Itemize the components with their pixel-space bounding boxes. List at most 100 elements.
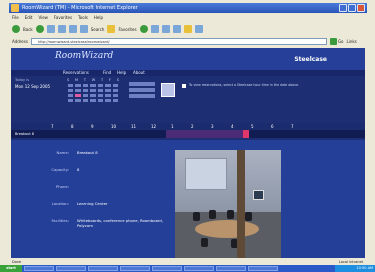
cal-cell[interactable] xyxy=(90,99,96,102)
field-value: Breakout 8 xyxy=(77,150,98,155)
cal-cell[interactable] xyxy=(68,84,74,87)
mail-icon[interactable] xyxy=(161,25,170,33)
cal-cell[interactable] xyxy=(68,89,74,92)
taskbar-item[interactable] xyxy=(216,266,246,271)
refresh-icon[interactable] xyxy=(57,25,66,33)
folder-icon[interactable] xyxy=(183,25,192,33)
cal-cell[interactable] xyxy=(105,99,111,102)
cal-cell[interactable] xyxy=(75,99,81,102)
cal-cell[interactable] xyxy=(90,84,96,87)
minimize-button[interactable] xyxy=(339,4,347,12)
print-icon[interactable] xyxy=(172,25,181,33)
mini-calendar[interactable]: S M T W T F S xyxy=(67,78,119,102)
address-input[interactable]: http://roomwizard.steelcase/roomwizard/ xyxy=(30,37,327,45)
cal-cell[interactable] xyxy=(68,94,74,97)
taskbar-item[interactable] xyxy=(56,266,86,271)
field-name: Name: Breakout 8 xyxy=(11,150,171,159)
hour-label: 1 xyxy=(171,124,174,129)
menu-view[interactable]: View xyxy=(38,14,48,22)
nav-about[interactable]: About xyxy=(133,70,145,76)
edit-icon[interactable] xyxy=(194,25,203,33)
taskbar-item[interactable] xyxy=(88,266,118,271)
room-details: Name: Breakout 8 Capacity: 8 Phone: Loca… xyxy=(11,140,365,258)
time-option[interactable] xyxy=(129,94,155,98)
back-icon[interactable] xyxy=(12,25,20,33)
cal-cell[interactable] xyxy=(90,89,96,92)
cal-cell[interactable] xyxy=(82,89,89,92)
cal-cell[interactable] xyxy=(112,94,118,97)
cal-cell[interactable] xyxy=(97,99,104,102)
hour-label: 6 xyxy=(271,124,274,129)
favorites-label[interactable]: Favorites xyxy=(118,27,136,32)
stop-icon[interactable] xyxy=(46,25,55,33)
taskbar-item[interactable] xyxy=(184,266,214,271)
cal-cell[interactable] xyxy=(90,94,96,97)
cal-cell[interactable] xyxy=(112,84,118,87)
hour-label: 8 xyxy=(71,124,74,129)
favorites-icon[interactable] xyxy=(107,25,116,33)
cal-cell[interactable] xyxy=(112,89,118,92)
cal-cell[interactable] xyxy=(82,84,89,87)
field-label: Facilities: xyxy=(51,218,69,223)
menu-favorites[interactable]: Favorites xyxy=(54,14,72,22)
hour-label: 2 xyxy=(191,124,194,129)
menu-tools[interactable]: Tools xyxy=(78,14,88,22)
search-label[interactable]: Search xyxy=(91,27,105,32)
cal-cell[interactable] xyxy=(105,94,111,97)
taskbar-item[interactable] xyxy=(120,266,150,271)
reservation-block[interactable] xyxy=(166,130,244,138)
maximize-button[interactable] xyxy=(348,4,356,12)
close-button[interactable] xyxy=(357,4,365,12)
history-icon[interactable] xyxy=(150,25,159,33)
show-button[interactable] xyxy=(161,83,175,97)
cal-cell[interactable] xyxy=(75,89,81,92)
field-facilities: Facilities: Whiteboards, conference phon… xyxy=(11,218,171,228)
current-time-marker xyxy=(243,130,249,138)
go-icon[interactable] xyxy=(329,37,337,45)
cal-cell[interactable] xyxy=(75,84,81,87)
menu-bar: File Edit View Favorites Tools Help xyxy=(9,14,103,22)
forward-icon[interactable] xyxy=(35,25,44,33)
hour-label: 10 xyxy=(111,124,117,129)
cal-cell[interactable] xyxy=(68,99,74,102)
links-label[interactable]: Links xyxy=(346,39,356,44)
instruction-note: To view reservations, select a Steelcase… xyxy=(189,83,300,87)
cal-cell[interactable] xyxy=(97,89,104,92)
room-label: Breakout 8 xyxy=(15,132,35,136)
menu-edit[interactable]: Edit xyxy=(25,14,33,22)
cal-cell[interactable] xyxy=(82,94,89,97)
view-checkbox[interactable] xyxy=(182,84,186,88)
time-option[interactable] xyxy=(129,82,155,86)
cal-cell[interactable] xyxy=(97,84,104,87)
field-phone: Phone: xyxy=(11,184,171,193)
room-schedule-row[interactable]: Breakout 8 xyxy=(11,130,365,138)
nav-reservations[interactable]: Reservations xyxy=(63,70,89,76)
cal-cell[interactable] xyxy=(112,99,118,102)
nav-find[interactable]: Find xyxy=(103,70,111,76)
time-option[interactable] xyxy=(129,88,155,92)
nav-help[interactable]: Help xyxy=(117,70,126,76)
field-value: Whiteboards, conference phone, Roomboard… xyxy=(77,218,164,228)
cal-cell[interactable] xyxy=(97,94,104,97)
taskbar-item[interactable] xyxy=(152,266,182,271)
start-button[interactable]: start xyxy=(0,265,22,272)
address-label: Address xyxy=(12,38,28,44)
back-label[interactable]: Back xyxy=(23,27,33,32)
field-value: 8 xyxy=(77,167,80,172)
search-icon[interactable] xyxy=(79,25,88,33)
cal-cell[interactable] xyxy=(82,99,89,102)
browser-window: RoomWizard (TM) - Microsoft Internet Exp… xyxy=(9,0,367,272)
home-icon[interactable] xyxy=(68,25,77,33)
hour-label: 5 xyxy=(251,124,254,129)
cal-cell-selected[interactable] xyxy=(75,94,81,97)
menu-help[interactable]: Help xyxy=(94,14,103,22)
media-icon[interactable] xyxy=(139,25,148,33)
cal-cell[interactable] xyxy=(105,89,111,92)
header-band: RoomWizard Steelcase xyxy=(11,48,365,70)
menu-file[interactable]: File xyxy=(12,14,19,22)
cal-cell[interactable] xyxy=(105,84,111,87)
go-label[interactable]: Go xyxy=(338,39,344,44)
cal-day: S xyxy=(116,78,119,82)
taskbar-item[interactable] xyxy=(24,266,54,271)
taskbar-item[interactable] xyxy=(248,266,278,271)
